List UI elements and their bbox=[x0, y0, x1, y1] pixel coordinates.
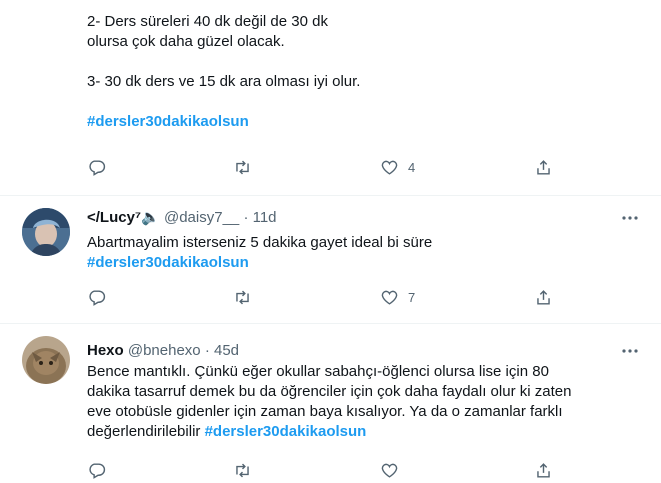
tweet-text-line bbox=[87, 92, 647, 112]
hashtag-link[interactable]: #dersler30dakikaolsun bbox=[87, 113, 249, 130]
tweet-actions: 7 bbox=[87, 288, 557, 310]
tweet-text-line bbox=[87, 52, 647, 72]
reply-button[interactable] bbox=[87, 288, 106, 307]
more-button[interactable] bbox=[621, 209, 639, 227]
dot-separator: · bbox=[204, 342, 210, 359]
dot-separator: · bbox=[243, 209, 249, 226]
tweet-3[interactable]: Hexo @bnehexo · 45d Bence mantıklı. Çünk… bbox=[0, 324, 661, 479]
share-icon bbox=[537, 160, 550, 175]
tweet-actions: 4 bbox=[87, 158, 557, 180]
reply-icon bbox=[89, 290, 106, 306]
user-handle[interactable]: @bnehexo bbox=[128, 342, 201, 359]
reply-icon bbox=[89, 463, 106, 479]
retweet-button[interactable] bbox=[233, 461, 252, 480]
share-icon bbox=[537, 290, 550, 305]
timestamp[interactable]: 45d bbox=[214, 342, 239, 359]
more-button[interactable] bbox=[621, 342, 639, 360]
heart-icon bbox=[381, 160, 398, 175]
tweet-text: 2- Ders süreleri 40 dk değil de 30 dk ol… bbox=[87, 12, 647, 132]
retweet-icon bbox=[236, 290, 249, 305]
more-icon bbox=[622, 349, 638, 353]
tweet-header: Hexo @bnehexo · 45d bbox=[87, 341, 239, 361]
share-icon bbox=[537, 463, 550, 478]
tweet-text-line: Bence mantıklı. Çünkü eğer okullar sabah… bbox=[87, 363, 549, 380]
tweet-text-line: 2- Ders süreleri 40 dk değil de 30 dk bbox=[87, 13, 328, 30]
like-count: 7 bbox=[408, 290, 416, 305]
retweet-icon bbox=[236, 463, 249, 478]
tweet-actions bbox=[87, 461, 557, 483]
retweet-icon bbox=[236, 160, 249, 175]
tweet-2[interactable]: </Lucy⁷🔈 @daisy7__ · 11d Abartmayalim is… bbox=[0, 196, 661, 323]
reply-icon bbox=[89, 160, 106, 176]
reply-button[interactable] bbox=[87, 158, 106, 177]
tweet-text-line: dakika tasarruf demek bu da öğrenciler i… bbox=[87, 383, 572, 400]
timestamp[interactable]: 11d bbox=[253, 209, 277, 226]
retweet-button[interactable] bbox=[233, 288, 252, 307]
avatar-image bbox=[22, 336, 70, 384]
retweet-button[interactable] bbox=[233, 158, 252, 177]
like-count: 4 bbox=[408, 160, 416, 175]
tweet-text-line: değerlendirilebilir bbox=[87, 423, 205, 440]
tweet-text: Abartmayalim isterseniz 5 dakika gayet i… bbox=[87, 233, 647, 273]
tweet-text-line: Abartmayalim isterseniz 5 dakika gayet i… bbox=[87, 234, 433, 251]
hashtag-link[interactable]: #dersler30dakikaolsun bbox=[205, 423, 367, 440]
display-name[interactable]: </Lucy⁷🔈 bbox=[87, 209, 160, 226]
like-button[interactable]: 7 bbox=[380, 288, 415, 307]
user-handle[interactable]: @daisy7__ bbox=[164, 209, 239, 226]
tweet-text-line: eve otobüsle gidenler için zaman baya kı… bbox=[87, 403, 563, 420]
avatar[interactable] bbox=[22, 208, 70, 256]
hashtag-link[interactable]: #dersler30dakikaolsun bbox=[87, 254, 249, 271]
tweet-1[interactable]: 2- Ders süreleri 40 dk değil de 30 dk ol… bbox=[0, 0, 661, 195]
tweet-text-line: olursa çok daha güzel olacak. bbox=[87, 33, 285, 50]
heart-icon bbox=[381, 463, 398, 478]
tweet-header: </Lucy⁷🔈 @daisy7__ · 11d bbox=[87, 208, 277, 228]
share-button[interactable] bbox=[534, 158, 553, 177]
tweet-text: Bence mantıklı. Çünkü eğer okullar sabah… bbox=[87, 362, 647, 442]
avatar[interactable] bbox=[22, 336, 70, 384]
share-button[interactable] bbox=[534, 461, 553, 480]
share-button[interactable] bbox=[534, 288, 553, 307]
like-button[interactable] bbox=[380, 461, 399, 480]
like-button[interactable]: 4 bbox=[380, 158, 415, 177]
display-name[interactable]: Hexo bbox=[87, 342, 124, 359]
reply-button[interactable] bbox=[87, 461, 106, 480]
heart-icon bbox=[381, 290, 398, 305]
more-icon bbox=[622, 216, 638, 220]
avatar-image bbox=[22, 208, 70, 256]
tweet-text-line: 3- 30 dk ders ve 15 dk ara olması iyi ol… bbox=[87, 73, 361, 90]
